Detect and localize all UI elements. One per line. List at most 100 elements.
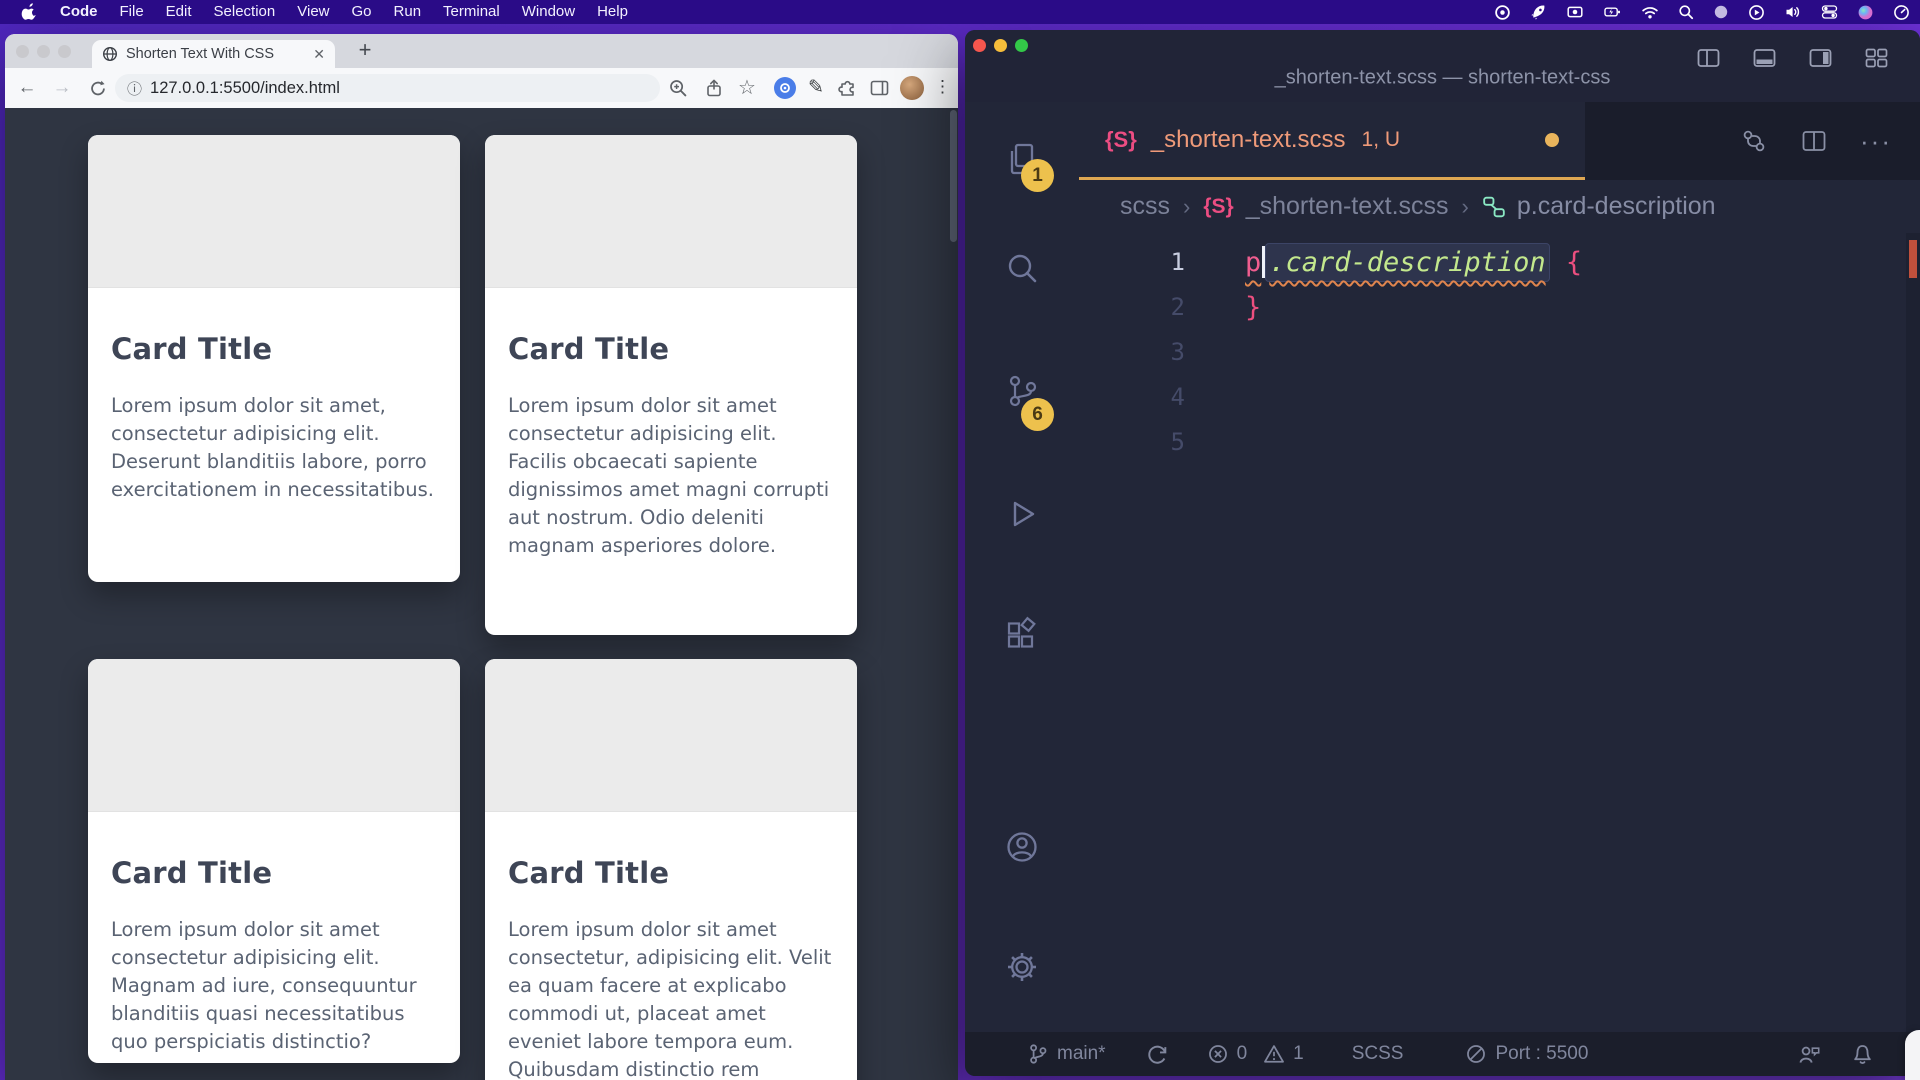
toggle-sidebar-icon[interactable] xyxy=(1695,45,1722,71)
play-circle-icon[interactable] xyxy=(1748,4,1765,21)
site-info-icon[interactable]: ⓘ xyxy=(127,78,142,99)
chrome-menu-kebab-icon[interactable]: ⋮ xyxy=(934,77,951,97)
card-title: Card Title xyxy=(111,856,437,890)
extension-blue-icon[interactable] xyxy=(774,77,796,99)
customize-layout-icon[interactable] xyxy=(1863,45,1890,71)
vscode-zoom-button[interactable] xyxy=(1015,39,1028,52)
scss-file-icon: {S} xyxy=(1203,195,1233,219)
code-token-close-brace: } xyxy=(1245,292,1261,323)
card-image-placeholder xyxy=(485,659,857,812)
bell-icon xyxy=(1851,1043,1874,1066)
menubar-item-selection[interactable]: Selection xyxy=(203,0,287,24)
explorer-badge: 1 xyxy=(1021,159,1054,192)
run-debug-icon[interactable] xyxy=(1002,494,1042,534)
language-label: SCSS xyxy=(1352,1043,1404,1065)
clock-icon[interactable] xyxy=(1893,4,1910,21)
tab-close-icon[interactable]: ✕ xyxy=(313,46,325,63)
settings-gear-icon[interactable] xyxy=(1002,947,1042,987)
menubar-item-view[interactable]: View xyxy=(286,0,340,24)
editor-scrollbar[interactable] xyxy=(1906,233,1920,1032)
tab-filename: _shorten-text.scss xyxy=(1151,126,1346,154)
breadcrumb-folder[interactable]: scss xyxy=(1120,192,1170,221)
card-image-placeholder xyxy=(88,659,460,812)
code-token-class-selector: .card-description xyxy=(1269,247,1545,278)
control-center-icon[interactable] xyxy=(1821,4,1838,20)
pencil-extension-icon[interactable]: ✎ xyxy=(808,76,824,99)
vscode-titlebar: _shorten-text.scss — shorten-text-css xyxy=(965,30,1920,102)
back-button[interactable]: ← xyxy=(14,77,40,99)
menubar-item-help[interactable]: Help xyxy=(586,0,639,24)
search-icon[interactable] xyxy=(1002,249,1042,289)
open-changes-icon[interactable] xyxy=(1740,127,1768,155)
dot-icon[interactable] xyxy=(1713,4,1729,20)
side-panel-icon[interactable] xyxy=(869,78,890,99)
line-number: 2 xyxy=(1105,285,1185,330)
breadcrumb-file[interactable]: _shorten-text.scss xyxy=(1246,192,1449,221)
toggle-secondary-sidebar-icon[interactable] xyxy=(1807,45,1834,71)
bookmark-star-icon[interactable]: ☆ xyxy=(738,75,756,100)
more-actions-icon[interactable]: ··· xyxy=(1860,126,1892,157)
menubar-item-file[interactable]: File xyxy=(109,0,155,24)
toggle-panel-icon[interactable] xyxy=(1751,45,1778,71)
split-editor-icon[interactable] xyxy=(1800,127,1828,155)
profile-avatar[interactable] xyxy=(900,76,924,100)
sync-status[interactable] xyxy=(1146,1043,1169,1066)
symbol-class-icon xyxy=(1482,195,1506,219)
language-mode[interactable]: SCSS xyxy=(1352,1043,1404,1065)
source-control-badge: 6 xyxy=(1021,398,1054,431)
volume-icon[interactable] xyxy=(1784,4,1802,20)
page-scrollbar-thumb[interactable] xyxy=(950,110,957,242)
chrome-zoom-button[interactable] xyxy=(58,45,71,58)
line-number: 4 xyxy=(1105,375,1185,420)
menubar-item-terminal[interactable]: Terminal xyxy=(432,0,511,24)
editor-tab-shorten-text[interactable]: {S} _shorten-text.scss 1, U xyxy=(1079,102,1585,180)
notifications-status[interactable] xyxy=(1851,1043,1874,1066)
globe-favicon xyxy=(102,46,118,62)
warnings-icon xyxy=(1263,1043,1285,1065)
zoom-page-icon[interactable] xyxy=(668,78,688,98)
warning-count: 1 xyxy=(1293,1043,1304,1065)
forward-button[interactable]: → xyxy=(49,77,75,99)
code-token-tag: p xyxy=(1245,247,1261,278)
extensions-puzzle-icon[interactable] xyxy=(838,78,859,99)
card: Card Title Lorem ipsum dolor sit amet co… xyxy=(485,135,857,635)
vscode-window: _shorten-text.scss — shorten-text-css {S… xyxy=(965,30,1920,1076)
code-editor[interactable]: 1 2 3 4 5 p.card-description { } xyxy=(1079,233,1920,1032)
search-icon[interactable] xyxy=(1678,4,1694,20)
apple-menu-icon[interactable] xyxy=(22,4,37,21)
reload-button[interactable] xyxy=(85,79,111,98)
problems-status[interactable]: 0 1 xyxy=(1207,1043,1304,1065)
line-number: 3 xyxy=(1105,330,1185,375)
menubar-item-window[interactable]: Window xyxy=(511,0,586,24)
modified-dot-icon[interactable] xyxy=(1545,133,1559,147)
chevron-right-icon: › xyxy=(1183,194,1190,220)
menubar-item-code[interactable]: Code xyxy=(49,0,109,24)
share-icon[interactable] xyxy=(704,78,724,98)
background-window-corner xyxy=(1905,1030,1920,1080)
wifi-icon[interactable] xyxy=(1641,5,1659,20)
record-target-icon[interactable] xyxy=(1494,4,1511,21)
chrome-tabstrip: Shorten Text With CSS ✕ + xyxy=(5,34,958,68)
line-number-gutter: 1 2 3 4 5 xyxy=(1105,240,1185,465)
new-tab-button[interactable]: + xyxy=(351,36,379,64)
rocket-icon[interactable] xyxy=(1530,4,1547,21)
extensions-icon[interactable] xyxy=(1002,616,1042,656)
chrome-minimize-button[interactable] xyxy=(37,45,50,58)
live-server-port[interactable]: Port : 5500 xyxy=(1465,1043,1588,1065)
git-branch-status[interactable]: main* xyxy=(1027,1043,1106,1065)
feedback-status[interactable] xyxy=(1798,1043,1821,1066)
menubar-item-go[interactable]: Go xyxy=(341,0,383,24)
account-icon[interactable] xyxy=(1002,827,1042,867)
url-bar[interactable]: ⓘ 127.0.0.1:5500/index.html xyxy=(115,74,660,102)
vscode-close-button[interactable] xyxy=(973,39,986,52)
chrome-close-button[interactable] xyxy=(16,45,29,58)
menubar-item-edit[interactable]: Edit xyxy=(155,0,203,24)
screen-mirror-icon[interactable] xyxy=(1566,4,1584,20)
line-number: 5 xyxy=(1105,420,1185,465)
menubar-item-run[interactable]: Run xyxy=(383,0,433,24)
chrome-tab[interactable]: Shorten Text With CSS ✕ xyxy=(92,40,335,68)
breadcrumb-symbol[interactable]: p.card-description xyxy=(1517,192,1716,221)
vscode-minimize-button[interactable] xyxy=(994,39,1007,52)
siri-icon[interactable] xyxy=(1857,4,1874,21)
battery-charging-icon[interactable] xyxy=(1603,4,1622,20)
